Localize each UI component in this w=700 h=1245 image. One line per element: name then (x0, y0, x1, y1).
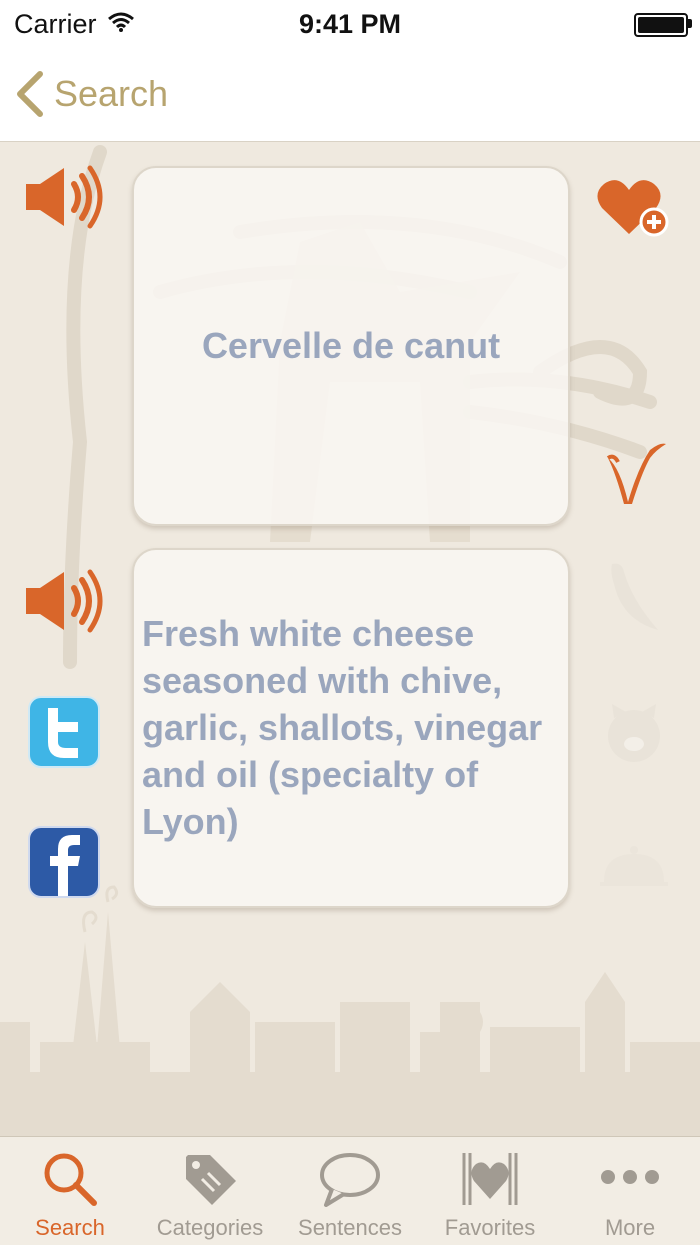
tab-more[interactable]: More (560, 1137, 700, 1245)
pork-icon (608, 704, 660, 762)
tab-favorites[interactable]: Favorites (420, 1137, 560, 1245)
dish-name-card: Cervelle de canut (132, 166, 570, 526)
spicy-pepper-icon (611, 563, 658, 630)
dish-detail-content: Cervelle de canut Fresh white cheese sea… (0, 142, 700, 1136)
tab-label: More (604, 1215, 656, 1240)
back-button[interactable]: Search (14, 64, 168, 124)
chevron-left-icon (17, 71, 43, 117)
dish-description-card: Fresh white cheese seasoned with chive, … (132, 548, 570, 908)
tab-bar: Search Categories Sentences Favorites Mo… (0, 1136, 700, 1245)
tab-label: Favorites (444, 1215, 536, 1240)
tab-categories[interactable]: Categories (140, 1137, 280, 1245)
battery-icon (634, 13, 688, 37)
vegetarian-icon (606, 443, 666, 504)
speech-bubble-icon (320, 1153, 380, 1207)
speaker-icon-name[interactable] (24, 164, 104, 230)
battery-tip (688, 19, 692, 28)
dish-name: Cervelle de canut (201, 325, 501, 366)
clock: 9:41 PM (298, 9, 402, 39)
twitter-icon[interactable] (28, 696, 100, 768)
dish-cloche-icon (600, 846, 668, 886)
heart-icon (462, 1153, 518, 1205)
facebook-icon[interactable] (28, 826, 100, 898)
back-label: Search (54, 73, 169, 114)
tab-label: Search (35, 1215, 105, 1240)
status-bar: Carrier 9:41 PM (0, 0, 700, 48)
search-icon (44, 1153, 97, 1206)
speaker-icon-description[interactable] (24, 568, 104, 634)
tab-label: Sentences (298, 1215, 402, 1240)
tab-sentences[interactable]: Sentences (280, 1137, 420, 1245)
tag-icon (186, 1155, 236, 1205)
add-favorite-icon[interactable] (596, 176, 670, 240)
more-dots-icon (601, 1170, 659, 1184)
tab-search[interactable]: Search (0, 1137, 140, 1245)
tab-label: Categories (156, 1215, 264, 1240)
navigation-bar: Search (0, 48, 700, 142)
dish-description: Fresh white cheese seasoned with chive, … (142, 613, 543, 842)
